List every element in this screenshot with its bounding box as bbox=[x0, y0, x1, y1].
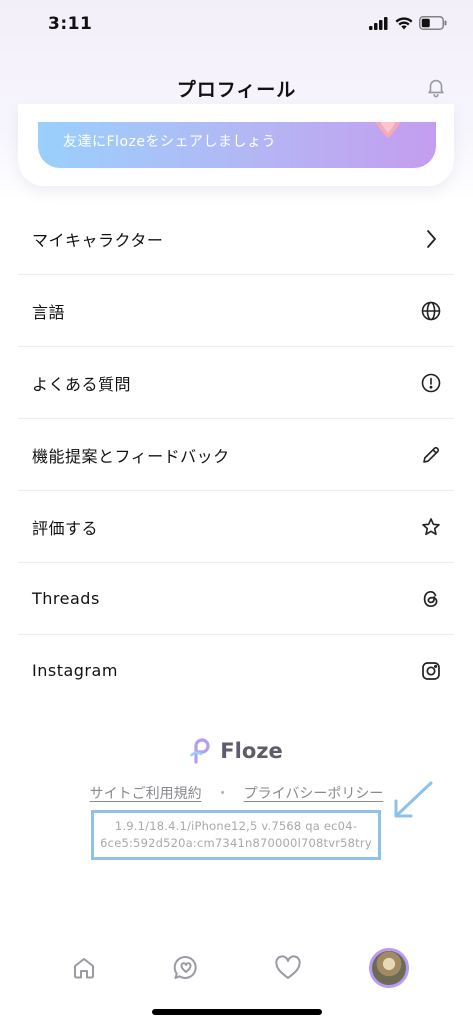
alert-circle-icon bbox=[420, 372, 442, 394]
menu-item-language[interactable]: 言語 bbox=[18, 275, 454, 347]
floze-logo-icon bbox=[190, 738, 210, 764]
privacy-policy-link[interactable]: プライバシーポリシー bbox=[244, 783, 384, 803]
tab-home[interactable] bbox=[64, 948, 104, 988]
page-title: プロフィール bbox=[176, 79, 297, 101]
chat-heart-icon bbox=[173, 955, 197, 979]
home-indicator[interactable] bbox=[152, 1009, 322, 1015]
globe-icon bbox=[420, 300, 442, 322]
menu-item-label: 機能提案とフィードバック bbox=[32, 446, 230, 466]
tab-chat[interactable] bbox=[166, 948, 206, 988]
menu-item-instagram[interactable]: Instagram bbox=[18, 635, 454, 706]
bell-icon[interactable] bbox=[425, 76, 447, 98]
menu-item-label: よくある質問 bbox=[32, 374, 132, 394]
chevron-right-icon bbox=[420, 228, 442, 250]
brand-name: Floze bbox=[220, 739, 283, 763]
pencil-icon bbox=[420, 444, 442, 466]
battery-icon bbox=[419, 16, 447, 30]
menu-item-label: 言語 bbox=[32, 302, 66, 322]
version-info: 1.9.1/18.4.1/iPhone12,5 v.7568 qa ec04- … bbox=[91, 810, 381, 860]
heart-icon bbox=[275, 955, 301, 979]
menu-item-label: マイキャラクター bbox=[32, 230, 164, 250]
menu-item-label: Instagram bbox=[32, 661, 118, 680]
tab-bar bbox=[0, 938, 473, 998]
brand-logo: Floze bbox=[0, 738, 473, 764]
share-banner[interactable]: 友達にFlozeをシェアしましょう bbox=[38, 122, 436, 168]
menu-item-faq[interactable]: よくある質問 bbox=[18, 347, 454, 419]
menu-list: マイキャラクター 言語 よくある質問 機能提案とフィードバック 評価する Thr… bbox=[18, 203, 454, 706]
menu-item-rate[interactable]: 評価する bbox=[18, 491, 454, 563]
menu-item-label: Threads bbox=[32, 589, 100, 608]
threads-icon bbox=[420, 588, 442, 610]
avatar bbox=[369, 948, 409, 988]
wifi-icon bbox=[395, 16, 413, 29]
heart-decoration-icon bbox=[375, 122, 401, 138]
version-line-2: 6ce5:592d520a:cm7341n870000l708tvr58try bbox=[100, 836, 372, 850]
version-line-1: 1.9.1/18.4.1/iPhone12,5 v.7568 qa ec04- bbox=[114, 819, 358, 833]
status-icons bbox=[369, 16, 447, 30]
status-bar: 3:11 bbox=[0, 0, 473, 50]
terms-link[interactable]: サイトご利用規約 bbox=[90, 783, 202, 803]
menu-item-threads[interactable]: Threads bbox=[18, 563, 454, 635]
status-time: 3:11 bbox=[48, 14, 93, 34]
menu-item-label: 評価する bbox=[32, 518, 99, 538]
share-banner-text: 友達にFlozeをシェアしましょう bbox=[63, 134, 276, 150]
annotation-arrow-icon bbox=[394, 781, 433, 818]
signal-icon bbox=[369, 16, 388, 30]
star-icon bbox=[420, 516, 442, 538]
tab-favorites[interactable] bbox=[268, 948, 308, 988]
share-card: 友達にFlozeをシェアしましょう bbox=[18, 104, 454, 186]
link-separator: ・ bbox=[215, 786, 230, 802]
menu-item-feedback[interactable]: 機能提案とフィードバック bbox=[18, 419, 454, 491]
instagram-icon bbox=[420, 660, 442, 682]
home-icon bbox=[74, 958, 94, 979]
tab-profile[interactable] bbox=[369, 948, 409, 988]
menu-item-my-character[interactable]: マイキャラクター bbox=[18, 203, 454, 275]
